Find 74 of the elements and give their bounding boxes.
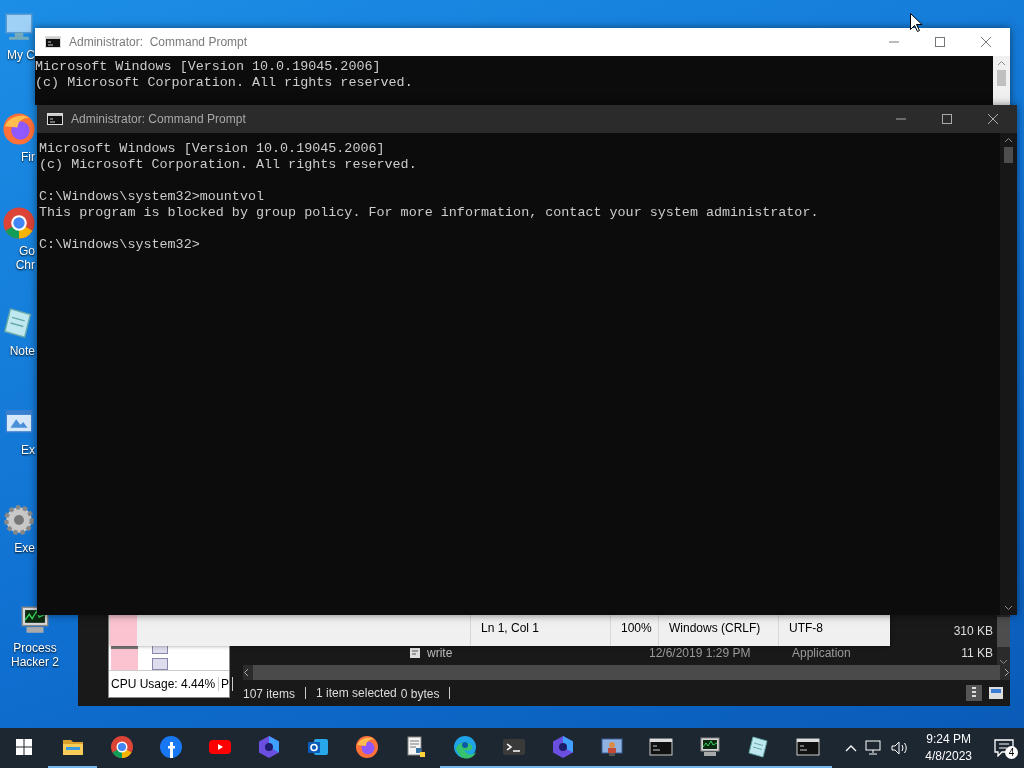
console-icon (648, 735, 673, 759)
clock-time: 9:24 PM (925, 731, 972, 748)
start-icon[interactable] (16, 739, 32, 755)
details-view-icon[interactable] (966, 685, 982, 701)
icon-label[interactable]: Ex (21, 443, 35, 457)
file-name[interactable]: write (427, 646, 453, 660)
icon-label[interactable]: Exe (14, 541, 35, 555)
console-line: (c) Microsoft Corporation. All rights reserved. (35, 75, 414, 91)
notepad-icon (746, 735, 771, 759)
pointer-icon (910, 13, 922, 32)
status-text: 107 items (243, 687, 307, 699)
gear-icon (2, 503, 36, 537)
file-type: Application (792, 646, 851, 660)
clock[interactable]: 9:24 PM 4/8/2023 (917, 731, 980, 765)
scroll-down-icon[interactable] (999, 659, 1008, 665)
scroll-down-icon[interactable] (1004, 605, 1013, 611)
monitor-icon (697, 735, 722, 759)
screen-icon (599, 735, 624, 759)
console-line: C:\Windows\system32> (39, 237, 201, 253)
status-text: 1 item selected (316, 686, 397, 700)
console-line: Microsoft Windows [Version 10.0.19045.2006] (39, 141, 386, 157)
scroll-thumb[interactable] (997, 70, 1006, 86)
scroll-thumb[interactable] (1004, 147, 1013, 163)
scrollbar[interactable] (1000, 133, 1017, 615)
console-line: Microsoft Windows [Version 10.0.19045.2006] (35, 59, 382, 75)
close-icon[interactable] (987, 113, 999, 125)
flame-logo-icon (354, 735, 379, 759)
hexagon-icon (550, 735, 575, 759)
console-icon (45, 36, 61, 48)
hexagon-icon (256, 735, 281, 759)
scroll-up-icon[interactable] (1004, 137, 1013, 143)
window-title: Administrator: Command Prompt (69, 35, 249, 49)
ring-logo-icon (2, 206, 36, 240)
console-icon (47, 113, 63, 125)
list-icon (152, 658, 168, 670)
console-icon (795, 735, 820, 759)
console-line: This program is blocked by group policy. For more information, contact your system administrator. (39, 205, 820, 221)
notification-badge: 4 (1005, 746, 1018, 759)
scroll-right-icon[interactable] (1004, 668, 1010, 677)
maximize-icon[interactable] (941, 113, 953, 125)
icon-label[interactable]: Go Chr (15, 244, 35, 272)
file-date: 12/6/2019 1:29 PM (649, 646, 751, 660)
swirl-logo-icon (452, 735, 477, 759)
icon-label[interactable]: My C (7, 48, 35, 62)
round-logo-icon (158, 735, 183, 759)
console-line: C:\Windows\system32>mountvol (39, 189, 265, 205)
icon-label[interactable]: Process Hacker 2 (11, 641, 59, 669)
icon-label[interactable]: Note (9, 344, 35, 358)
window-title: Administrator: Command Prompt (71, 112, 247, 126)
clock-date: 4/8/2023 (925, 748, 972, 765)
speaker-icon[interactable] (891, 740, 910, 756)
file-size: 310 KB (953, 624, 993, 638)
ring-logo-icon (109, 735, 134, 759)
status-text: CPU Usage: 4.44% (109, 677, 220, 691)
status-text: P (219, 677, 234, 691)
maximize-icon[interactable] (934, 36, 946, 48)
notification-icon[interactable] (994, 739, 1014, 757)
tiles-view-icon[interactable] (988, 685, 1004, 701)
file-size: 11 KB (961, 646, 993, 660)
network-icon[interactable] (865, 740, 884, 756)
icon-label[interactable]: Fir (21, 150, 35, 164)
title-bar[interactable]: Administrator: Command Prompt (37, 105, 1017, 133)
scrollbar[interactable] (997, 615, 1010, 665)
scroll-thumb[interactable] (997, 617, 1010, 647)
status-text: 0 bytes (400, 687, 451, 699)
scroll-left-icon[interactable] (243, 668, 249, 677)
title-bar[interactable]: Administrator: Command Prompt (35, 28, 1010, 56)
console-line: (c) Microsoft Corporation. All rights reserved. (39, 157, 418, 173)
scrollbar[interactable] (993, 56, 1010, 105)
close-icon[interactable] (980, 36, 992, 48)
file-icon (409, 647, 421, 659)
chevron-up-icon[interactable] (845, 744, 858, 752)
flame-logo-icon (2, 112, 36, 146)
scroll-up-icon[interactable] (997, 60, 1006, 66)
